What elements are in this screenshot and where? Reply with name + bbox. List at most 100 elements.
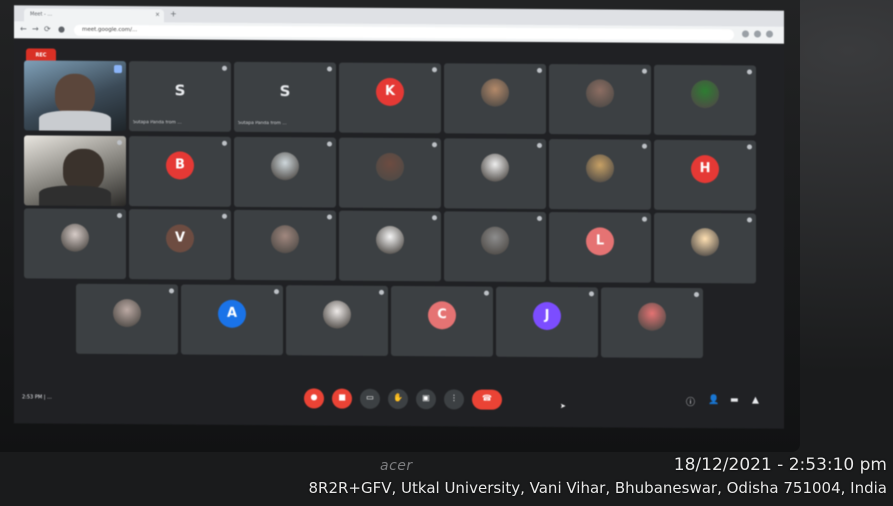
- taskbar-app-icon[interactable]: [110, 425, 126, 429]
- taskbar-app-icon[interactable]: [198, 426, 214, 429]
- avatar: B: [166, 151, 194, 180]
- mic-muted-icon: [642, 143, 647, 149]
- participant-tile[interactable]: [339, 210, 441, 282]
- people-icon[interactable]: 👤: [708, 395, 719, 405]
- mic-muted-icon: [747, 217, 752, 223]
- participant-video: [62, 148, 104, 191]
- avatar: K: [376, 78, 404, 107]
- participant-tile[interactable]: [286, 285, 388, 356]
- profile-icon[interactable]: [754, 30, 761, 38]
- participant-tile[interactable]: V: [129, 209, 231, 280]
- taskbar-app-icon[interactable]: [88, 425, 104, 429]
- taskbar-app-icon[interactable]: [286, 427, 302, 429]
- browser-tab[interactable]: Meet - ... ×: [24, 8, 164, 23]
- participant-tile[interactable]: C: [391, 285, 493, 357]
- participant-tile[interactable]: H: [654, 139, 756, 211]
- participant-tile[interactable]: [549, 64, 651, 135]
- participant-tile[interactable]: [549, 139, 651, 210]
- taskbar-app-icon[interactable]: [308, 427, 324, 429]
- participant-tile[interactable]: S Sutapa Panda from ...: [129, 61, 231, 132]
- avatar: C: [428, 301, 456, 330]
- participant-tile[interactable]: K: [339, 62, 441, 134]
- taskbar-app-icon[interactable]: [242, 426, 258, 429]
- taskbar-app-icon[interactable]: [154, 426, 170, 429]
- participant-tile[interactable]: [24, 60, 126, 132]
- participant-tile[interactable]: B: [129, 136, 231, 207]
- browser-tab-title: Meet - ...: [30, 11, 53, 18]
- participant-tile[interactable]: [24, 135, 126, 207]
- participant-video: [54, 73, 96, 116]
- mic-muted-icon: [327, 214, 332, 220]
- avatar: [271, 225, 299, 254]
- avatar: L: [586, 227, 614, 256]
- participant-tile[interactable]: [76, 283, 178, 355]
- more-options-button[interactable]: ⋮: [444, 389, 464, 410]
- avatar: [61, 224, 89, 253]
- avatar: [323, 300, 351, 330]
- hand-icon: ✋: [393, 392, 403, 403]
- captions-button[interactable]: ▭: [360, 388, 380, 409]
- avatar: [481, 78, 509, 108]
- start-button-icon[interactable]: [20, 424, 36, 429]
- more-vert-icon: ⋮: [450, 393, 458, 403]
- avatar: V: [166, 224, 194, 253]
- taskbar-app-icon[interactable]: [176, 426, 192, 429]
- mic-muted-icon: [432, 142, 437, 148]
- taskbar-app-icon[interactable]: [264, 427, 280, 429]
- avatar: [691, 80, 719, 109]
- avatar: J: [533, 302, 561, 331]
- close-tab-icon[interactable]: ×: [155, 11, 160, 18]
- participant-tile[interactable]: [654, 212, 756, 284]
- mic-muted-icon: [484, 290, 489, 296]
- url-input[interactable]: meet.google.com/...: [74, 24, 734, 41]
- mic-off-button[interactable]: ●: [304, 388, 324, 409]
- monitor-brand-logo: acer: [380, 458, 413, 474]
- taskbar-app-icon[interactable]: [132, 426, 148, 429]
- taskbar-app-icon[interactable]: [44, 425, 60, 429]
- taskbar-app-icon[interactable]: [220, 426, 236, 429]
- participant-tile[interactable]: [444, 63, 546, 135]
- avatar: [113, 299, 141, 328]
- chat-icon[interactable]: ▬: [730, 395, 739, 405]
- taskbar-app-icon[interactable]: [374, 427, 390, 429]
- forward-icon[interactable]: →: [32, 24, 39, 33]
- back-icon[interactable]: ←: [20, 24, 27, 33]
- mic-muted-icon: [747, 144, 752, 150]
- mic-muted-icon: [222, 140, 227, 146]
- menu-icon[interactable]: [766, 30, 773, 38]
- present-button[interactable]: ▣: [416, 389, 436, 410]
- participant-tile[interactable]: [654, 64, 756, 136]
- participant-tile[interactable]: [234, 209, 336, 281]
- info-icon[interactable]: ⓘ: [686, 395, 695, 408]
- participant-tile[interactable]: [601, 287, 703, 359]
- participant-tile[interactable]: A: [181, 284, 283, 356]
- camera-off-button[interactable]: ■: [332, 388, 352, 409]
- taskbar-app-icon[interactable]: [66, 425, 82, 429]
- extension-icon[interactable]: [742, 30, 749, 38]
- taskbar-app-icon[interactable]: [352, 427, 368, 429]
- new-tab-icon[interactable]: +: [170, 9, 177, 18]
- monitor: Meet - ... × + ← → ⟳ ● meet.google.com/.…: [0, 0, 800, 452]
- raise-hand-button[interactable]: ✋: [388, 388, 408, 410]
- pin-icon[interactable]: [114, 65, 122, 74]
- avatar: [376, 153, 404, 182]
- taskbar-app-icon[interactable]: [330, 427, 346, 429]
- lock-icon: ●: [58, 24, 65, 34]
- avatar: [586, 79, 614, 108]
- monitor-screen: Meet - ... × + ← → ⟳ ● meet.google.com/.…: [14, 5, 784, 429]
- participant-tile[interactable]: [444, 211, 546, 283]
- mic-muted-icon: [117, 213, 122, 219]
- reload-icon[interactable]: ⟳: [44, 25, 51, 34]
- participant-tile[interactable]: S Sutapa Panda from ...: [234, 61, 336, 133]
- participant-tile[interactable]: [234, 136, 336, 208]
- mic-muted-icon: [222, 65, 227, 71]
- activities-icon[interactable]: ▲: [752, 395, 759, 405]
- participant-tile[interactable]: [24, 208, 126, 280]
- participant-tile[interactable]: [339, 137, 441, 209]
- participant-tile[interactable]: L: [549, 212, 651, 283]
- participant-tile[interactable]: J: [496, 286, 598, 358]
- end-call-button[interactable]: ☎: [472, 389, 502, 410]
- participant-video-body: [39, 110, 111, 131]
- participant-tile[interactable]: [444, 138, 546, 210]
- mic-muted-icon: [117, 140, 122, 146]
